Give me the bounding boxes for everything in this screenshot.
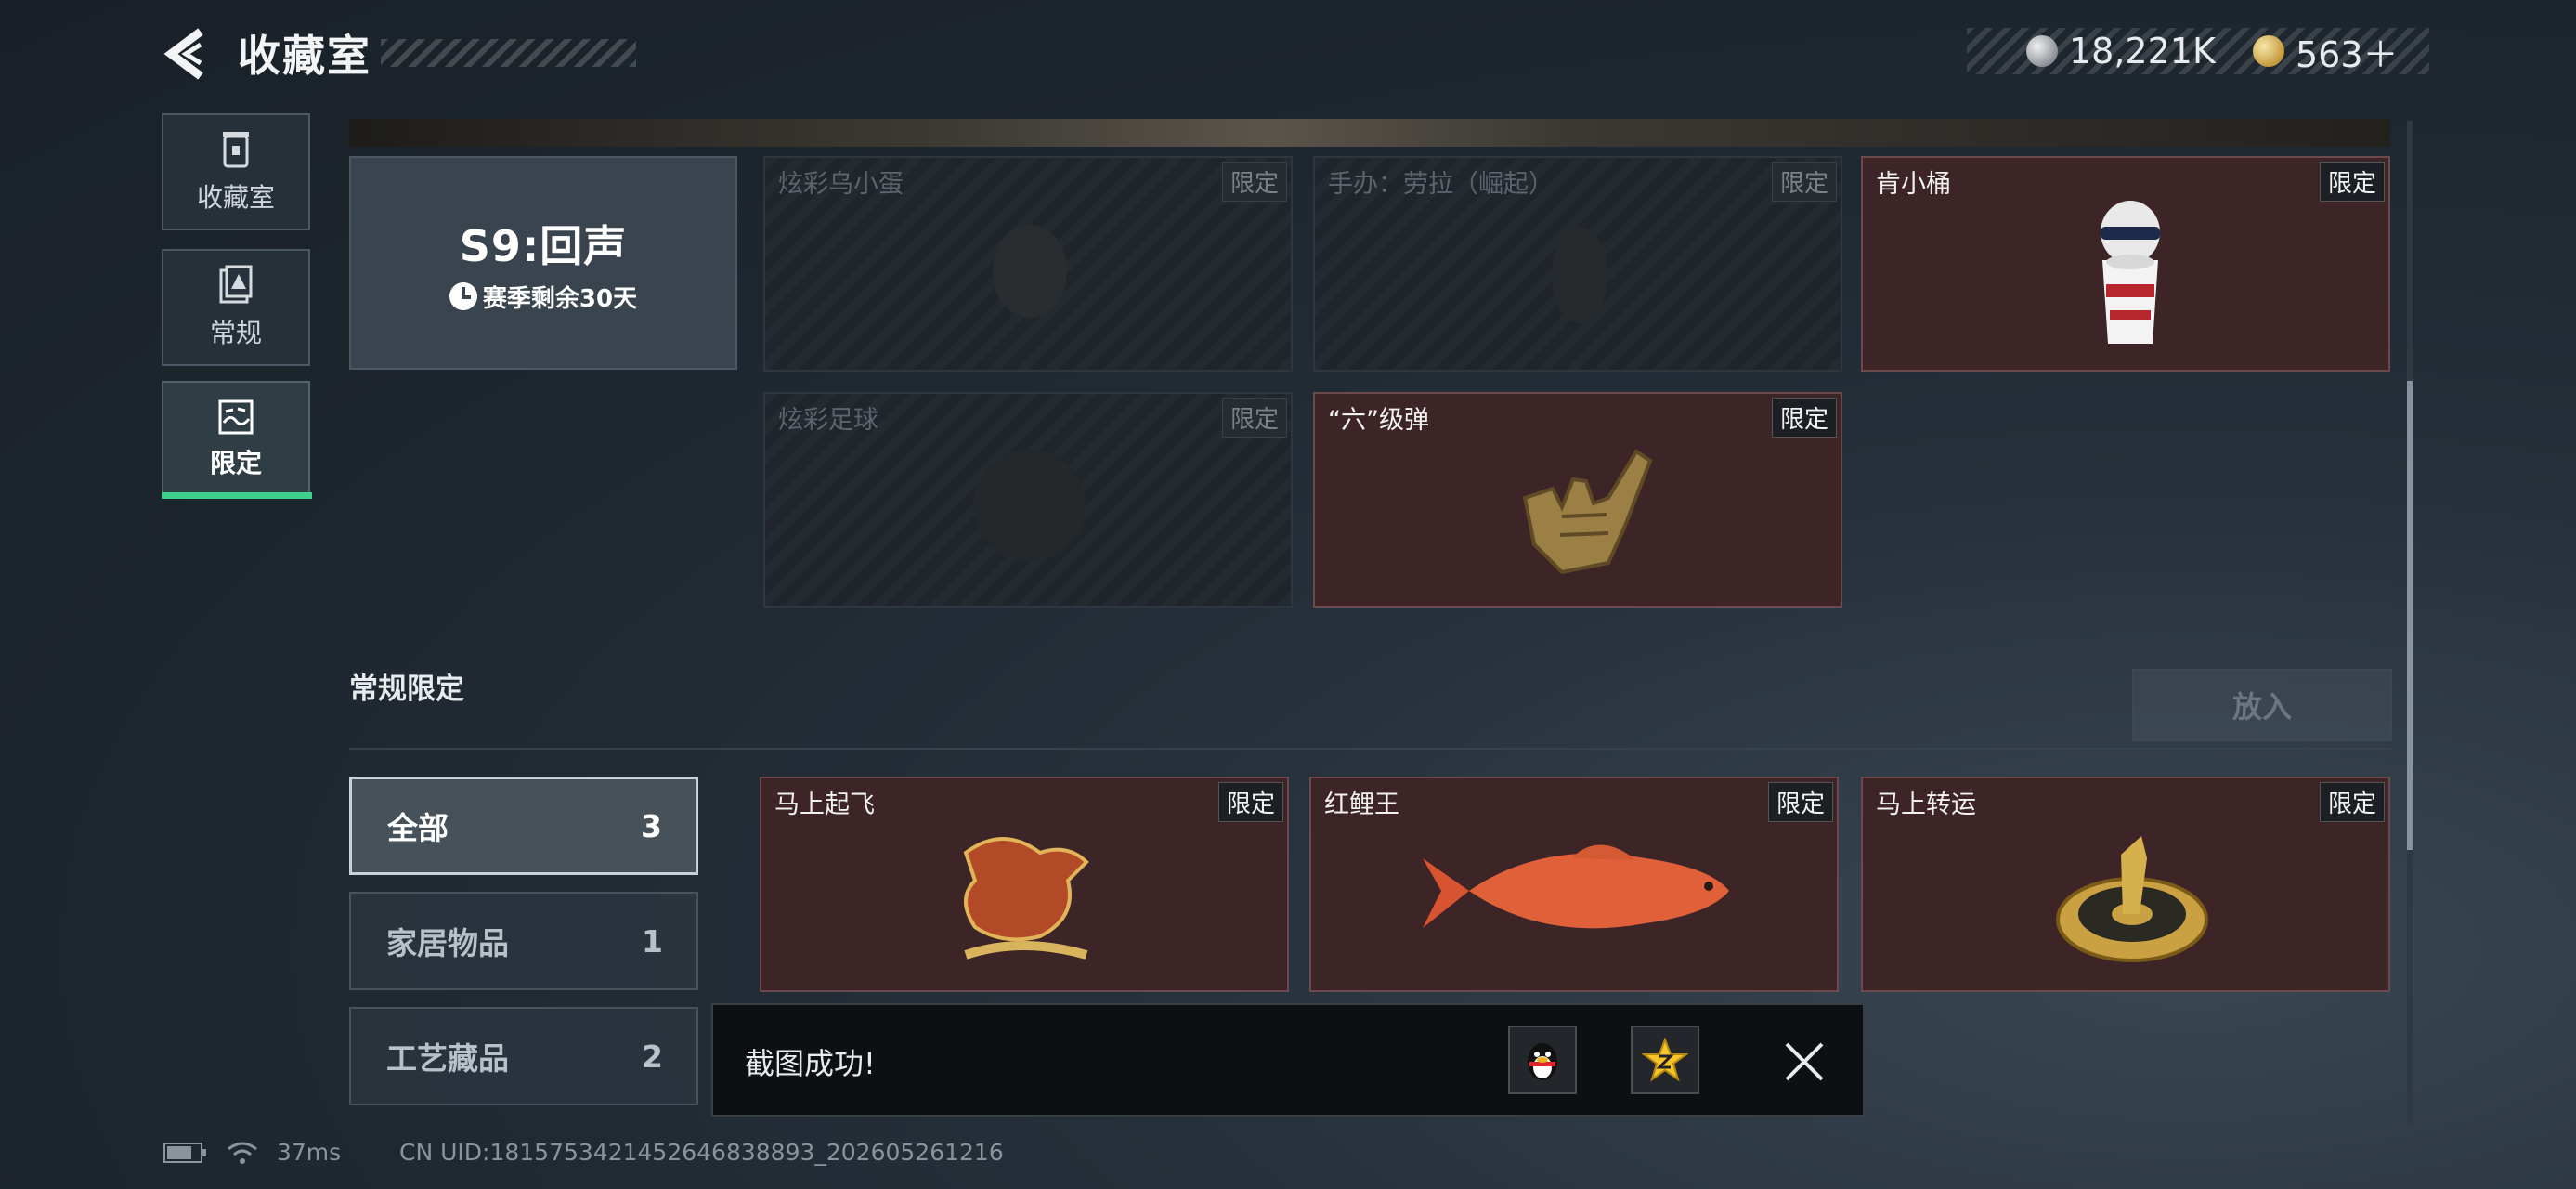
collectible-card[interactable]: 红鲤王 限定 [1309,777,1839,992]
item-name: 马上转运 [1876,790,1976,819]
season-card: S9:回声 赛季剩余30天 [349,156,737,370]
filter-label: 工艺藏品 [386,1040,509,1077]
silver-coin-icon [2026,35,2058,67]
filter-home-items[interactable]: 家居物品 1 [349,892,698,990]
item-name: 炫彩乌小蛋 [778,170,904,199]
gold-amount: 563＋ [2296,33,2399,75]
sidebar-item-label: 限定 [209,448,262,478]
close-icon[interactable] [1781,1039,1828,1085]
sidebar-item-limited[interactable]: 限定 [162,381,310,498]
item-name: 马上起飞 [774,790,875,819]
collectible-card[interactable]: 炫彩乌小蛋 限定 [763,156,1293,372]
limited-tag: 限定 [2319,162,2385,202]
gold-coin-icon [2253,35,2284,67]
season-banner-image [349,119,2390,147]
filter-count: 1 [642,922,663,960]
kfc-bucket-figure-icon [2101,201,2160,344]
status-bar: 37ms [163,1139,341,1166]
ping-value: 37ms [277,1139,342,1166]
fortune-wheel-horse-icon [2056,836,2208,962]
filter-crafts[interactable]: 工艺藏品 2 [349,1007,698,1105]
sidebar-item-regular[interactable]: 常规 [162,249,310,366]
filter-all[interactable]: 全部 3 [349,777,698,875]
limited-tag: 限定 [1217,782,1283,822]
limited-tag: 限定 [1771,398,1837,438]
limited-tag: 限定 [1221,398,1287,438]
silver-amount: 18,221K [2069,31,2216,72]
item-name: 炫彩足球 [778,406,878,435]
item-name: 手办：劳拉（崛起） [1328,170,1554,199]
collectible-card[interactable]: 马上起飞 限定 [760,777,1289,992]
item-name: “六”级弹 [1328,406,1429,435]
user-uid: CN UID:1815753421452646838893_2026052612… [399,1139,1004,1166]
egg-figure-silhouette [993,225,1067,318]
filter-count: 3 [641,807,662,844]
qq-penguin-icon [1528,1043,1557,1080]
toast-message: 截图成功! [745,1046,876,1081]
gold-currency[interactable]: 563＋ [2253,28,2399,75]
sidebar-item-collection[interactable]: 收藏室 [162,113,310,230]
put-in-button[interactable]: 放入 [2132,669,2392,741]
item-name: 红鲤王 [1324,790,1399,819]
collectible-card[interactable]: 肯小桶 限定 [1861,156,2390,372]
shaka-hand-icon [1522,449,1653,575]
sidebar-item-label: 常规 [209,318,262,348]
limited-tag: 限定 [1221,162,1287,202]
silver-currency: 18,221K [2026,28,2216,74]
collectible-card[interactable]: 手办：劳拉（崛起） 限定 [1313,156,1842,372]
clock-icon [449,282,477,310]
limited-tag: 限定 [1771,162,1837,202]
document-icon [219,265,253,304]
season-remaining-text: 赛季剩余30天 [482,284,638,313]
season-remaining: 赛季剩余30天 [449,280,637,314]
back-arrow-icon[interactable] [160,28,212,80]
trash-bin-icon [223,132,249,168]
filter-count: 2 [642,1038,663,1075]
qzone-star-icon [1642,1038,1688,1082]
section-divider [349,748,2390,750]
figure-silhouette [1552,227,1607,323]
battery-icon [163,1142,206,1163]
wifi-icon [228,1142,257,1164]
share-qzone-button[interactable] [1631,1026,1699,1094]
item-name: 肯小桶 [1876,170,1951,199]
active-tab-indicator [162,492,312,499]
carp-fish-icon [1423,844,1729,929]
filter-label: 家居物品 [386,925,509,961]
limited-tag: 限定 [2319,782,2385,822]
page-title: 收藏室 [238,31,371,81]
horse-figure-icon [963,837,1089,960]
title-decoration [381,39,636,67]
collectible-card[interactable]: 马上转运 限定 [1861,777,2390,992]
filter-label: 全部 [387,810,449,846]
collectible-card[interactable]: “六”级弹 限定 [1313,392,1842,608]
section-title: 常规限定 [349,673,464,706]
collectible-card[interactable]: 炫彩足球 限定 [763,392,1293,608]
scrollbar-thumb[interactable] [2407,381,2413,850]
sidebar-item-label: 收藏室 [196,182,275,213]
football-silhouette [974,450,1086,561]
limited-tag: 限定 [1767,782,1833,822]
screenshot-toast: 截图成功! [711,1003,1865,1117]
wave-picture-icon [218,399,254,435]
share-qq-button[interactable] [1508,1026,1577,1094]
currency-bar: 18,221K 563＋ [1967,28,2429,75]
season-title: S9:回声 [459,220,628,271]
